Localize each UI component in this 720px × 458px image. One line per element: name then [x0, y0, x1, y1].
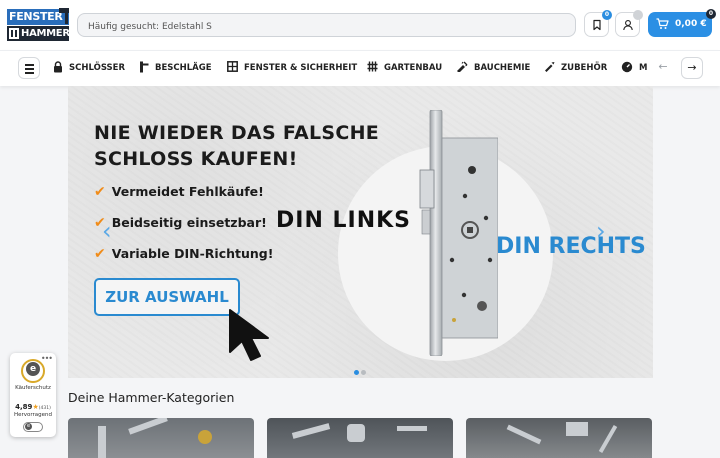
hamburger-icon: [25, 64, 34, 66]
pointer-cursor-icon: [229, 309, 269, 361]
search-input[interactable]: [78, 16, 575, 38]
logo-window-icon: [9, 28, 19, 39]
nav-scroll-prev-button[interactable]: ←: [652, 57, 674, 79]
nav-item-label: FENSTER & SICHERHEIT: [244, 63, 358, 73]
nav-item-zubehoer[interactable]: ZUBEHÖR: [544, 51, 607, 85]
nav-item-label: SCHLÖSSER: [69, 63, 126, 73]
din-left-label: DIN LINKS: [276, 208, 412, 233]
hero-headline-line2: SCHLOSS KAUFEN!: [94, 148, 298, 170]
trust-label: Käuferschutz: [15, 385, 51, 391]
nav-item-gartenbau[interactable]: GARTENBAU: [367, 51, 442, 85]
category-card[interactable]: [68, 418, 254, 458]
lock-icon: [54, 60, 62, 72]
hero-headline: NIE WIEDER DAS FALSCHE SCHLOSS KAUFEN!: [94, 120, 394, 172]
trusted-shops-badge[interactable]: ••• Käuferschutz 4,89★(431) Hervorragend: [10, 353, 56, 437]
hero-banner[interactable]: NIE WIEDER DAS FALSCHE SCHLOSS KAUFEN! ✔…: [68, 86, 653, 378]
window-icon: [227, 61, 238, 72]
carousel-dot[interactable]: [361, 370, 366, 375]
nav-item-bauchemie[interactable]: BAUCHEMIE: [456, 51, 530, 85]
categories-heading: Deine Hammer-Kategorien: [68, 390, 235, 405]
account-button[interactable]: [615, 10, 643, 37]
trust-score: 4,89: [15, 403, 33, 411]
cart-total: 0,00 €: [675, 19, 707, 29]
user-icon: [623, 20, 633, 31]
cart-button[interactable]: 0,00 € 0: [648, 9, 716, 37]
check-icon: ✔: [94, 184, 106, 200]
nav-item-schloesser[interactable]: SCHLÖSSER: [53, 51, 125, 85]
nav-item-fenster-sicherheit[interactable]: FENSTER & SICHERHEIT: [227, 51, 357, 85]
category-card[interactable]: [267, 418, 453, 458]
hero-headline-line1: NIE WIEDER DAS FALSCHE: [94, 122, 380, 144]
nav-item-label: M: [639, 63, 648, 73]
nav-scroll-next-button[interactable]: →: [681, 57, 703, 79]
carousel-next-icon[interactable]: ›: [596, 217, 606, 245]
trust-grade: Hervorragend: [13, 412, 53, 418]
hero-bullet-text: Vermeidet Fehlkäufe!: [111, 184, 264, 199]
main-navigation: SCHLÖSSER BESCHLÄGE FENSTER & SICHERHEIT…: [0, 50, 720, 86]
hero-bullet: ✔ Vermeidet Fehlkäufe!: [94, 184, 273, 215]
carousel-dots: [354, 360, 368, 378]
spray-icon: [457, 61, 468, 72]
gauge-icon: [621, 61, 633, 72]
trust-rating: 4,89★(431): [10, 403, 56, 411]
cart-icon: [656, 18, 669, 29]
wishlist-button[interactable]: 0: [584, 10, 612, 37]
nav-item-label: BAUCHEMIE: [474, 63, 531, 73]
fence-icon: [367, 61, 378, 72]
nav-item-label: ZUBEHÖR: [561, 63, 608, 73]
nav-item-label: BESCHLÄGE: [155, 63, 212, 73]
carousel-prev-icon[interactable]: ‹: [102, 217, 112, 245]
hero-bullet: ✔ Beidseitig einsetzbar!: [94, 215, 273, 246]
tools-icon: [545, 62, 555, 72]
search-bar[interactable]: [77, 13, 576, 38]
nav-item-label: GARTENBAU: [384, 63, 443, 73]
hero-bullet: ✔ Variable DIN-Richtung!: [94, 246, 273, 277]
trusted-shops-seal-icon: [21, 359, 45, 383]
trust-toggle-icon[interactable]: [23, 422, 43, 432]
hero-bullet-text: Beidseitig einsetzbar!: [111, 215, 267, 230]
site-logo[interactable]: FENSTER HAMMER: [7, 8, 70, 41]
hero-bullet-list: ✔ Vermeidet Fehlkäufe! ✔ Beidseitig einset…: [94, 184, 273, 277]
nav-item-more[interactable]: M: [621, 51, 647, 85]
check-icon: ✔: [94, 246, 106, 262]
menu-button[interactable]: [18, 57, 40, 79]
logo-hammer-icon: [59, 8, 69, 24]
cart-count-badge: 0: [706, 9, 716, 19]
mortise-lock-image: [419, 110, 498, 356]
site-header: FENSTER HAMMER 0 0,00 € 0: [0, 0, 720, 50]
account-status-badge: [633, 10, 643, 20]
hero-cta-button[interactable]: ZUR AUSWAHL: [94, 278, 240, 316]
door-handle-icon: [140, 61, 149, 72]
category-card[interactable]: [466, 418, 652, 458]
more-options-icon[interactable]: •••: [41, 354, 53, 363]
nav-item-beschlaege[interactable]: BESCHLÄGE: [139, 51, 212, 85]
trust-review-count: (431): [38, 406, 51, 411]
bookmark-icon: [593, 19, 601, 31]
din-right-label: DIN RECHTS: [496, 234, 646, 259]
hero-bullet-text: Variable DIN-Richtung!: [111, 246, 274, 261]
carousel-dot[interactable]: [354, 370, 359, 375]
wishlist-count-badge: 0: [602, 10, 612, 20]
